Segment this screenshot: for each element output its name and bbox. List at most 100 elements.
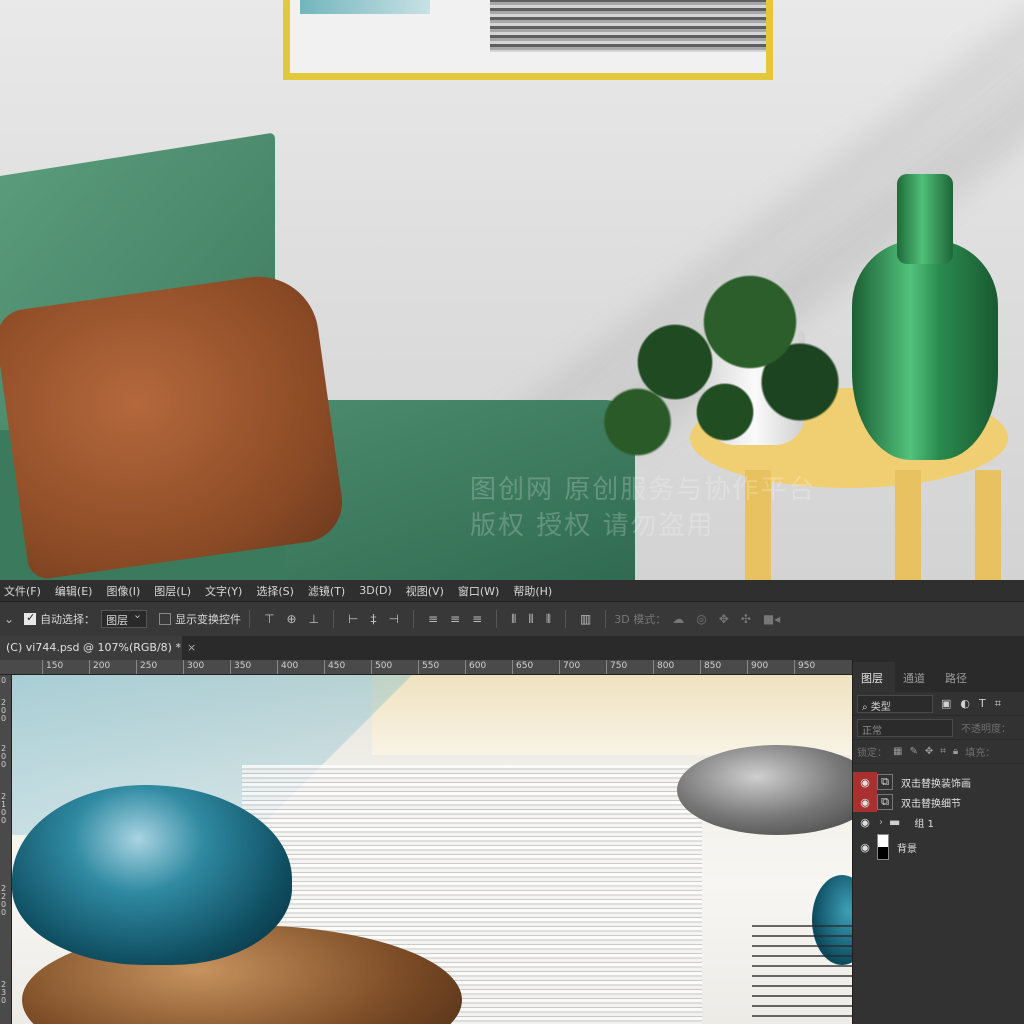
3d-camera-icon[interactable]: ■◂ xyxy=(763,612,780,626)
align-vcenter-icon[interactable]: ⊕ xyxy=(287,612,297,626)
opacity-label: 不透明度： xyxy=(961,724,1011,735)
ruler-label: 700 xyxy=(563,661,581,671)
ruler-label: 150 xyxy=(46,661,64,671)
smart-object-icon: ⧉ xyxy=(877,794,893,810)
align-top-icon[interactable]: ⊤ xyxy=(264,612,274,626)
divider xyxy=(496,610,498,628)
document-canvas[interactable] xyxy=(12,675,852,1024)
side-table-leg xyxy=(975,470,1001,580)
horizontal-ruler: 150 200 250 300 350 400 450 500 550 600 … xyxy=(0,660,852,675)
lock-row: 锁定： ▦ ✎ ✥ ⌗ 🔒︎ 填充： xyxy=(853,740,1024,764)
menu-layer[interactable]: 图层(L) xyxy=(154,583,191,599)
ruler-label: 0 xyxy=(1,714,7,723)
layer-filter-dropdown[interactable]: ⌕ 类型 xyxy=(857,694,933,713)
ruler-label: 750 xyxy=(610,661,628,671)
ruler-label: 250 xyxy=(140,661,158,671)
3d-roll-icon[interactable]: ◎ xyxy=(696,612,706,626)
ruler-label: 200 xyxy=(93,661,111,671)
lock-artboard-icon[interactable]: ⌗ xyxy=(940,746,946,757)
layer-row[interactable]: ◉ ⧉ 双击替换细节 xyxy=(853,792,1024,812)
tool-preset-chevron-icon[interactable]: ⌄ xyxy=(4,612,14,626)
menu-type[interactable]: 文字(Y) xyxy=(205,583,242,599)
ruler-label: 650 xyxy=(516,661,534,671)
leather-pillow xyxy=(0,269,348,580)
menu-window[interactable]: 窗口(W) xyxy=(458,583,499,599)
layer-filter-row: ⌕ 类型 ▣ ◐ T ⌗ xyxy=(853,692,1024,716)
close-icon[interactable]: × xyxy=(187,641,196,654)
fill-label: 填充： xyxy=(965,748,996,759)
divider xyxy=(333,610,335,628)
folder-icon: ▬ xyxy=(889,815,901,829)
canvas-beige-wave xyxy=(372,675,852,755)
ruler-label: 400 xyxy=(281,661,299,671)
plant-leaves xyxy=(600,262,850,462)
layer-name: 背景 xyxy=(897,843,917,855)
distribute-bottom-icon[interactable]: ≡ xyxy=(472,612,482,626)
align-bottom-icon[interactable]: ⊥ xyxy=(309,612,319,626)
tab-paths[interactable]: 路径 xyxy=(937,670,979,692)
menu-help[interactable]: 帮助(H) xyxy=(513,583,552,599)
lock-label: 锁定： xyxy=(857,748,887,759)
eye-icon[interactable]: ◉ xyxy=(853,812,877,832)
distribute-right-icon[interactable]: ⦀ xyxy=(546,612,551,627)
layer-row[interactable]: ◉ ⧉ 双击替换装饰画 xyxy=(853,772,1024,792)
document-tab-bar: (C) vi744.psd @ 107%(RGB/8) * × xyxy=(0,636,1024,660)
auto-select-checkbox[interactable] xyxy=(24,611,37,625)
ruler-label: 950 xyxy=(798,661,816,671)
menu-image[interactable]: 图像(I) xyxy=(106,583,140,599)
ruler-label: 600 xyxy=(469,661,487,671)
menu-file[interactable]: 文件(F) xyxy=(4,583,41,599)
auto-select-target-dropdown[interactable]: 图层 xyxy=(101,608,148,628)
blend-mode-dropdown[interactable]: 正常 xyxy=(857,718,953,737)
lock-paint-icon[interactable]: ✎ xyxy=(909,746,917,757)
type-filter-icon[interactable]: T xyxy=(979,697,986,710)
mode-3d-label: 3D 模式： xyxy=(614,613,667,626)
3d-slide-icon[interactable]: ✣ xyxy=(741,612,751,626)
chevron-right-icon[interactable]: › xyxy=(879,817,883,828)
3d-pan-icon[interactable]: ✥ xyxy=(719,612,729,626)
image-filter-icon[interactable]: ▣ xyxy=(941,697,951,710)
menu-edit[interactable]: 编辑(E) xyxy=(55,583,93,599)
mockup-photo: 图创网 原创服务与协作平台 版权 授权 请勿盗用 xyxy=(0,0,1024,580)
align-right-icon[interactable]: ⊣ xyxy=(388,612,398,626)
lock-all-icon[interactable]: 🔒︎ xyxy=(953,746,958,757)
picture-frame xyxy=(283,0,773,80)
lock-transparent-icon[interactable]: ▦ xyxy=(893,746,902,757)
smart-object-icon: ⧉ xyxy=(877,774,893,790)
distribute-top-icon[interactable]: ≡ xyxy=(428,612,438,626)
ruler-label: 450 xyxy=(328,661,346,671)
tab-layers[interactable]: 图层 xyxy=(853,662,895,692)
3d-orbit-icon[interactable]: ☁ xyxy=(672,612,684,626)
layer-row-group[interactable]: ◉ › ▬ 组 1 xyxy=(853,812,1024,832)
eye-icon[interactable]: ◉ xyxy=(853,792,877,812)
ruler-label: 0 xyxy=(1,816,7,825)
options-bar: ⌄ 自动选择： 图层 显示变换控件 ⊤ ⊕ ⊥ ⊢ ‡ ⊣ ≡ ≡ ≡ ⦀ ⦀ … xyxy=(0,602,1024,636)
distribute-vcenter-icon[interactable]: ≡ xyxy=(450,612,460,626)
frame-art-grey xyxy=(490,0,766,52)
side-table-leg xyxy=(895,470,921,580)
document-tab[interactable]: (C) vi744.psd @ 107%(RGB/8) * × xyxy=(0,636,196,660)
align-hcenter-icon[interactable]: ‡ xyxy=(370,612,376,626)
ruler-label: 800 xyxy=(657,661,675,671)
shape-filter-icon[interactable]: ⌗ xyxy=(995,697,1001,711)
distribute-left-icon[interactable]: ⦀ xyxy=(511,612,516,627)
ruler-label: 350 xyxy=(234,661,252,671)
tab-channels[interactable]: 通道 xyxy=(895,670,937,692)
menu-select[interactable]: 选择(S) xyxy=(256,583,294,599)
auto-select-label: 自动选择： xyxy=(40,613,96,626)
eye-icon[interactable]: ◉ xyxy=(853,772,877,792)
ruler-label: 550 xyxy=(422,661,440,671)
show-transform-checkbox[interactable] xyxy=(159,613,172,625)
distribute-hcenter-icon[interactable]: ⦀ xyxy=(528,612,533,627)
menu-filter[interactable]: 滤镜(T) xyxy=(308,583,345,599)
divider xyxy=(249,610,251,628)
menu-3d[interactable]: 3D(D) xyxy=(359,584,392,597)
divider xyxy=(605,610,607,628)
menu-view[interactable]: 视图(V) xyxy=(406,583,444,599)
auto-align-icon[interactable]: ▥ xyxy=(580,612,591,626)
adjustment-filter-icon[interactable]: ◐ xyxy=(960,697,970,710)
lock-position-icon[interactable]: ✥ xyxy=(925,746,933,757)
eye-icon[interactable]: ◉ xyxy=(853,837,877,857)
align-left-icon[interactable]: ⊢ xyxy=(348,612,358,626)
layer-row-background[interactable]: ◉ 背景 xyxy=(853,832,1024,862)
